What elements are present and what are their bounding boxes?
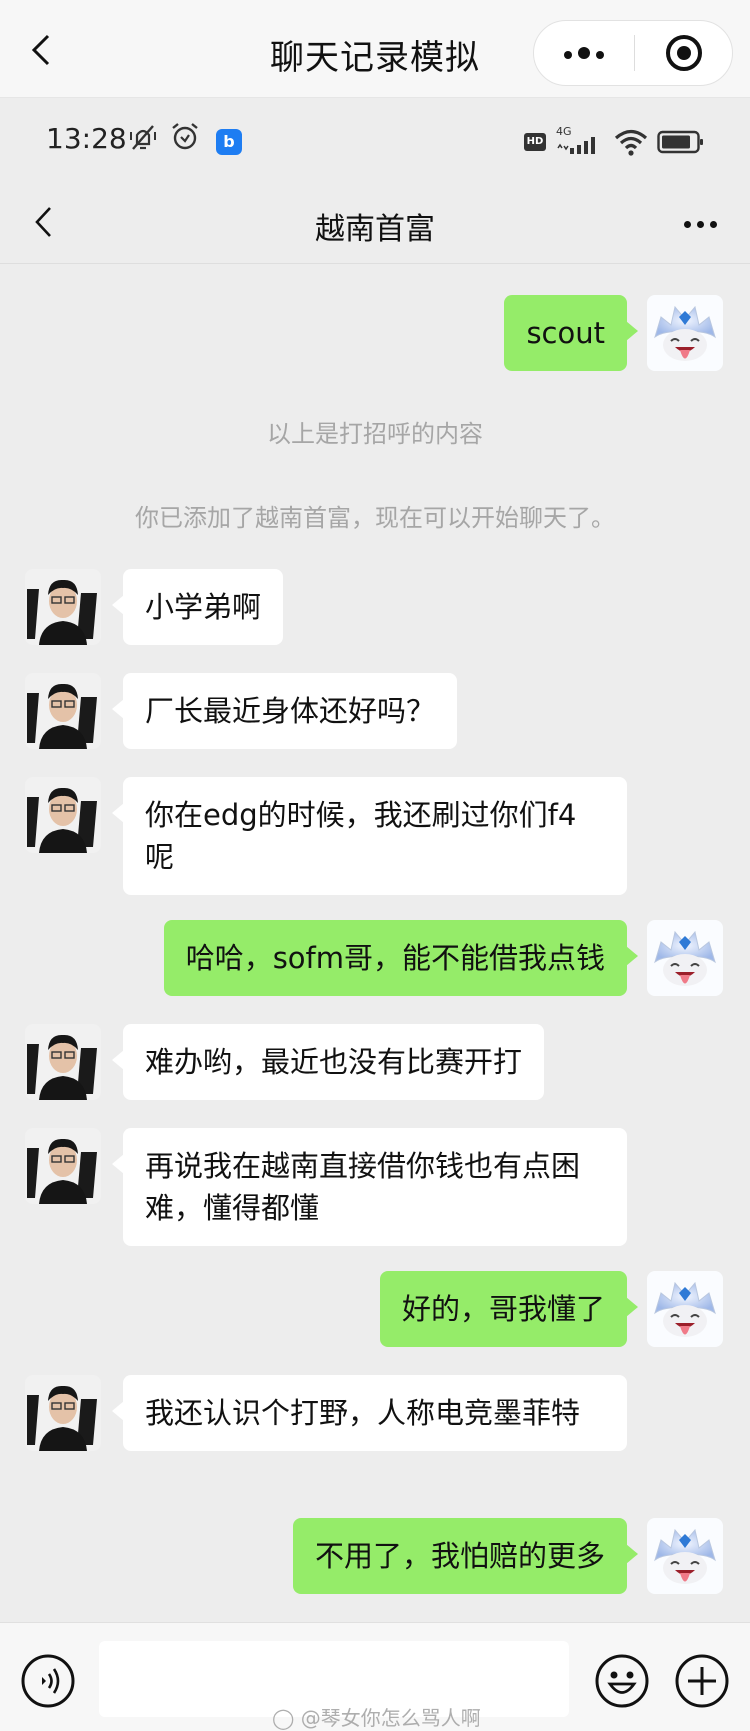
- system-message: 以上是打招呼的内容: [267, 420, 483, 448]
- message-bubble-incoming[interactable]: 难办哟，最近也没有比赛开打: [111, 1024, 545, 1100]
- target-close-icon: [666, 35, 702, 71]
- anime-character-avatar-icon: [647, 920, 723, 996]
- vibrate-mute-icon: [130, 125, 156, 150]
- contact-avatar[interactable]: [25, 1024, 101, 1100]
- battery-icon: [657, 130, 703, 154]
- system-message: 你已添加了越南首富，现在可以开始聊天了。: [135, 504, 615, 532]
- message-bubble-outgoing[interactable]: 好的，哥我懂了: [379, 1271, 639, 1347]
- contact-avatar[interactable]: [25, 777, 101, 853]
- emoji-smile-icon: [595, 1654, 649, 1708]
- anime-character-avatar-icon: [647, 295, 723, 371]
- anime-character-avatar-icon: [647, 1271, 723, 1347]
- chat-title: 越南首富: [315, 212, 435, 247]
- message-bubble-outgoing[interactable]: 不用了，我怕赔的更多: [292, 1518, 639, 1594]
- signal-4g-icon: [557, 137, 595, 154]
- person-photo-avatar-icon: [25, 1128, 101, 1204]
- mini-program-bar: 聊天记录模拟: [0, 0, 750, 98]
- person-photo-avatar-icon: [25, 777, 101, 853]
- more-functions-button[interactable]: [674, 1653, 730, 1709]
- person-photo-avatar-icon: [25, 1024, 101, 1100]
- person-photo-avatar-icon: [25, 569, 101, 645]
- message-bubble-incoming[interactable]: 再说我在越南直接借你钱也有点困难，懂得都懂: [112, 1128, 627, 1246]
- chat-more-button[interactable]: [670, 202, 730, 242]
- more-dots-icon: [681, 213, 720, 232]
- capsule-menu: [533, 20, 733, 86]
- person-photo-avatar-icon: [25, 673, 101, 749]
- status-time: 13:28: [46, 122, 127, 155]
- person-photo-avatar-icon: [25, 1375, 101, 1451]
- emoji-button[interactable]: [594, 1653, 650, 1709]
- alarm-icon: [172, 123, 198, 150]
- contact-avatar[interactable]: [25, 673, 101, 749]
- more-dots-icon: [561, 44, 607, 63]
- voice-input-button[interactable]: [20, 1653, 76, 1709]
- watermark-text: @琴女你怎么骂人啊: [300, 1706, 481, 1730]
- message-bubble-incoming[interactable]: 厂长最近身体还好吗？: [111, 673, 458, 749]
- wifi-icon: [614, 129, 648, 156]
- my-avatar[interactable]: [647, 295, 723, 371]
- message-bubble-outgoing[interactable]: 哈哈，sofm哥，能不能借我点钱: [163, 920, 639, 996]
- capsule-more-button[interactable]: [534, 21, 634, 85]
- message-bubble-outgoing[interactable]: scout: [504, 295, 638, 371]
- contact-avatar[interactable]: [25, 1375, 101, 1451]
- capsule-close-button[interactable]: [635, 21, 733, 85]
- message-bubble-incoming[interactable]: 你在edg的时候，我还刷过你们f4呢: [112, 777, 627, 895]
- anime-character-avatar-icon: [647, 1518, 723, 1594]
- my-avatar[interactable]: [647, 1271, 723, 1347]
- voice-icon: [21, 1654, 75, 1708]
- app-notification-icon: b: [216, 129, 242, 155]
- message-bubble-incoming[interactable]: 我还认识个打野，人称电竞墨菲特: [112, 1375, 627, 1451]
- weibo-logo-icon: ◯: [272, 1706, 295, 1730]
- contact-avatar[interactable]: [25, 1128, 101, 1204]
- plus-circle-icon: [675, 1654, 729, 1708]
- message-bubble-incoming[interactable]: 小学弟啊: [111, 569, 284, 645]
- my-avatar[interactable]: [647, 920, 723, 996]
- weibo-watermark: ◯ @琴女你怎么骂人啊: [272, 1702, 481, 1731]
- hd-icon: HD: [524, 133, 546, 151]
- chat-header: 越南首富: [0, 182, 750, 264]
- contact-avatar[interactable]: [25, 569, 101, 645]
- my-avatar[interactable]: [647, 1518, 723, 1594]
